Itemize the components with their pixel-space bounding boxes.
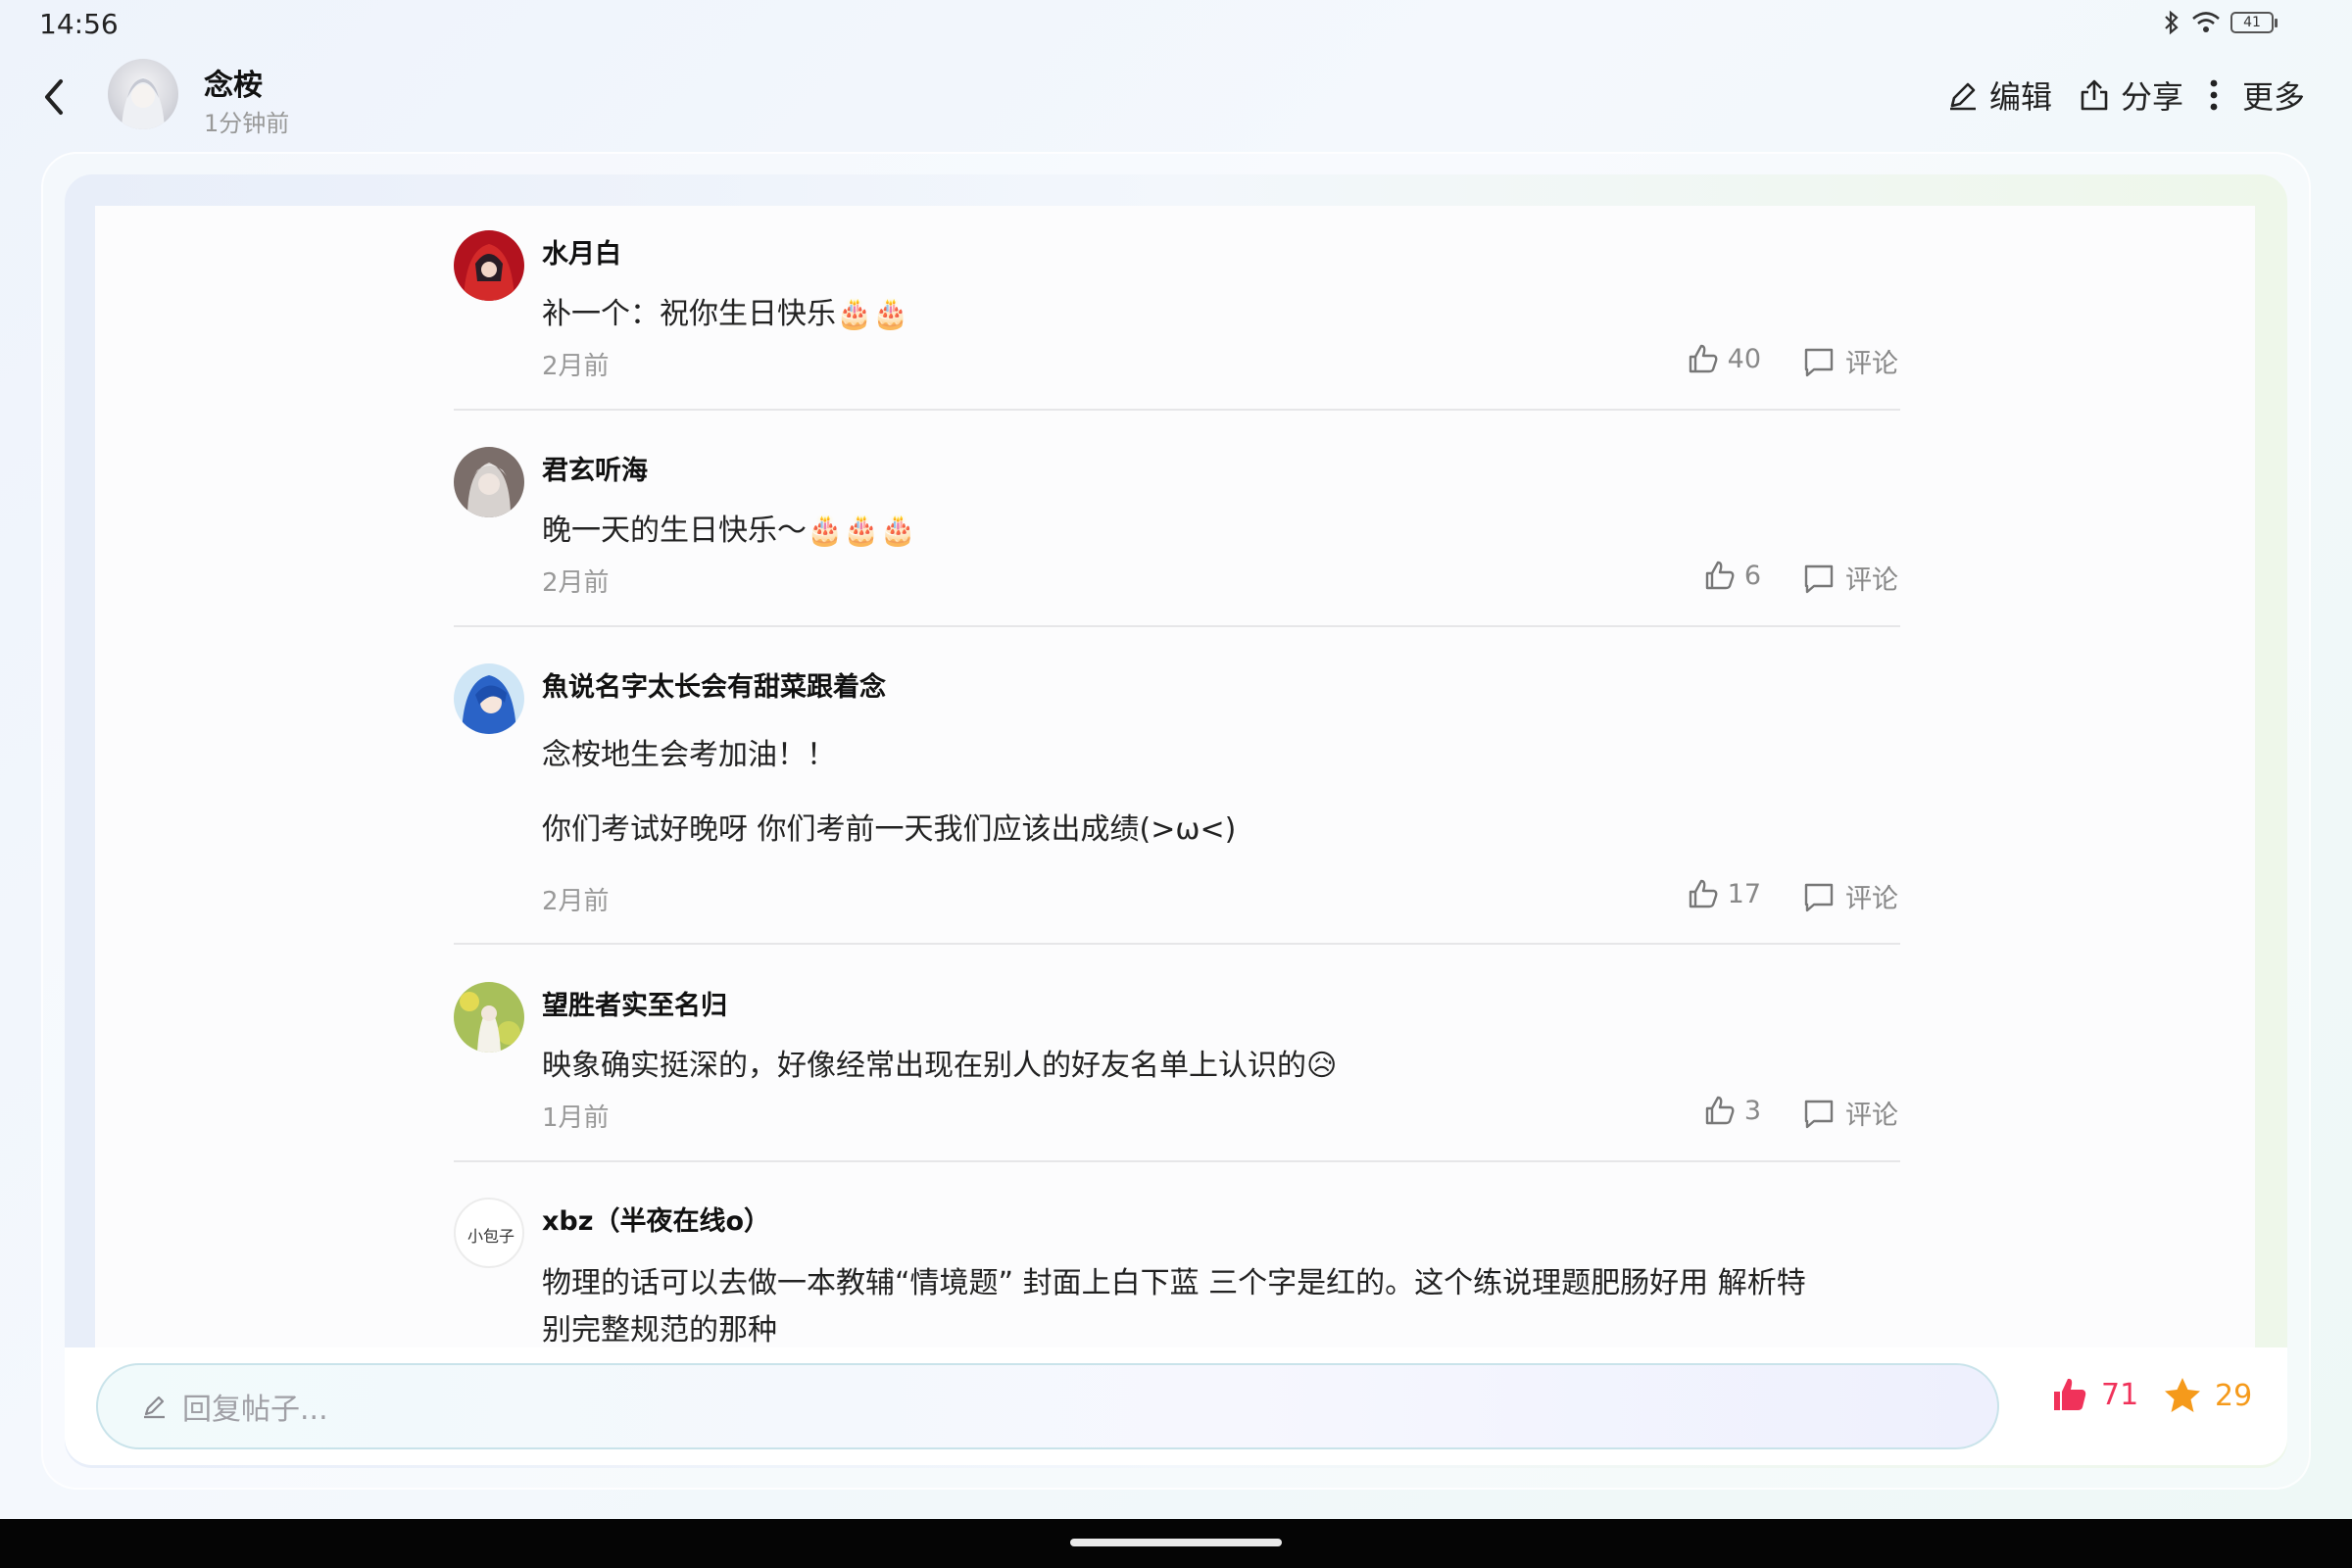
post-time: 1分钟前	[204, 110, 290, 137]
commenter-avatar[interactable]: 小包子	[454, 1198, 524, 1268]
more-label: 更多	[2241, 78, 2305, 116]
thumb-up-icon	[1689, 344, 1718, 373]
wifi-icon	[2192, 12, 2220, 32]
comment-divider	[454, 409, 1900, 411]
avatar-text: 小包子	[467, 1227, 514, 1246]
status-time: 14:56	[39, 8, 119, 40]
comment-like-count: 17	[1727, 878, 1761, 909]
comment-reply-label: 评论	[1845, 349, 1898, 379]
comment-like-button[interactable]: 6	[1703, 559, 1761, 592]
comment-like-button[interactable]: 17	[1687, 877, 1761, 910]
reply-input[interactable]: 回复帖子...	[96, 1363, 1999, 1449]
edit-icon	[1949, 82, 1976, 111]
comment-reply-label: 评论	[1845, 884, 1898, 914]
comment-item: 小包子 xbz（半夜在线o） 物理的话可以去做一本教辅“情境题” 封面上白下蓝 …	[454, 1198, 1900, 1348]
comment-text-line2: 别完整规范的那种	[542, 1313, 777, 1348]
comment-reply-label: 评论	[1845, 565, 1898, 596]
commenter-name[interactable]: 君玄听海	[542, 449, 648, 487]
comment-divider	[454, 1160, 1900, 1162]
edit-label: 编辑	[1988, 78, 2052, 116]
comment-icon	[1804, 564, 1834, 593]
edit-button[interactable]: 编辑	[1946, 73, 2052, 118]
commenter-name[interactable]: 魚说名字太长会有甜菜跟着念	[542, 665, 886, 704]
commenter-avatar[interactable]	[454, 982, 524, 1053]
thumb-up-icon	[1705, 561, 1735, 590]
comment-divider	[454, 625, 1900, 627]
post-favorite-count: 29	[2215, 1378, 2253, 1413]
battery-level: 41	[2243, 15, 2261, 30]
comment-icon	[1804, 1100, 1834, 1128]
reply-bar: 回复帖子... 71 29	[65, 1348, 2287, 1465]
commenter-name[interactable]: 水月白	[542, 232, 621, 270]
avatar-illustration: 小包子	[467, 1227, 514, 1246]
comment-item: 君玄听海 晚一天的生日快乐～🎂🎂🎂 2月前 6 评论	[454, 447, 1900, 623]
comment-text: 映象确实挺深的，好像经常出现在别人的好友名单上认识的😥	[542, 1049, 1338, 1083]
reply-placeholder: 回复帖子...	[182, 1393, 328, 1427]
comment-item: 魚说名字太长会有甜菜跟着念 念桉地生会考加油！！ 你们考试好晚呀 你们考前一天我…	[454, 663, 1900, 918]
avatar-illustration	[454, 663, 524, 734]
commenter-avatar[interactable]	[454, 230, 524, 301]
author-name[interactable]: 念桉	[204, 61, 263, 104]
header-actions: 编辑 分享 更多	[1946, 73, 2305, 118]
comment-reply-label: 评论	[1845, 1101, 1898, 1131]
commenter-name[interactable]: 望胜者实至名归	[542, 984, 727, 1022]
post-favorite-button[interactable]: 29	[2162, 1375, 2252, 1416]
star-icon	[2165, 1378, 2200, 1412]
avatar-illustration	[454, 447, 524, 517]
comment-like-count: 3	[1743, 1095, 1761, 1126]
post-like-button[interactable]: 71	[2050, 1375, 2138, 1414]
comment-time: 2月前	[542, 568, 610, 598]
comment-item: 望胜者实至名归 映象确实挺深的，好像经常出现在别人的好友名单上认识的😥 1月前 …	[454, 982, 1900, 1158]
more-dots-icon	[2210, 79, 2218, 111]
share-label: 分享	[2120, 78, 2183, 116]
comment-reply-button[interactable]: 评论	[1802, 559, 1898, 597]
battery-icon: 41	[2230, 12, 2278, 33]
thumb-up-icon	[2054, 1378, 2086, 1410]
comment-icon	[1804, 348, 1834, 376]
comment-icon	[1804, 883, 1834, 911]
comment-time: 1月前	[542, 1103, 610, 1133]
author-avatar[interactable]	[108, 59, 178, 129]
share-icon	[2081, 79, 2108, 111]
comment-reply-button[interactable]: 评论	[1802, 877, 1898, 915]
thumb-up-icon	[1705, 1096, 1735, 1125]
comment-text: 念桉地生会考加油！！	[542, 738, 836, 772]
comment-item: 水月白 补一个：祝你生日快乐🎂🎂 2月前 40 评论	[454, 230, 1900, 407]
avatar-illustration	[454, 982, 524, 1053]
status-icons: 41	[2162, 10, 2278, 35]
thumb-up-icon	[1689, 879, 1718, 908]
post-header: 念桉 1分钟前 编辑 分享 更多	[0, 49, 2352, 147]
pencil-icon	[144, 1396, 165, 1419]
home-indicator[interactable]	[1070, 1539, 1282, 1546]
system-nav-bar	[0, 1519, 2352, 1568]
comment-divider	[454, 943, 1900, 945]
comment-reply-button[interactable]: 评论	[1802, 1094, 1898, 1132]
comment-like-count: 6	[1743, 560, 1761, 591]
more-button[interactable]: 更多	[2209, 73, 2305, 118]
commenter-avatar[interactable]	[454, 663, 524, 734]
comment-text: 晚一天的生日快乐～🎂🎂🎂	[542, 514, 917, 548]
share-button[interactable]: 分享	[2078, 73, 2183, 118]
comment-text: 物理的话可以去做一本教辅“情境题” 封面上白下蓝 三个字是红的。这个练说理题肥肠…	[542, 1266, 1806, 1300]
avatar-illustration	[454, 230, 524, 301]
comment-like-button[interactable]: 40	[1687, 342, 1761, 375]
post-like-count: 71	[2101, 1377, 2139, 1412]
back-button[interactable]	[29, 73, 78, 122]
comment-list[interactable]: 水月白 补一个：祝你生日快乐🎂🎂 2月前 40 评论 君玄听海 晚一天的生日快乐…	[95, 206, 2255, 1348]
commenter-name[interactable]: xbz（半夜在线o）	[542, 1200, 770, 1238]
comment-like-count: 40	[1727, 343, 1761, 374]
comment-time: 2月前	[542, 887, 610, 916]
comment-reply-button[interactable]: 评论	[1802, 342, 1898, 380]
comment-time: 2月前	[542, 352, 610, 381]
bluetooth-icon	[2165, 10, 2179, 35]
status-bar: 14:56 41	[0, 0, 2352, 49]
comment-like-button[interactable]: 3	[1703, 1094, 1761, 1127]
back-arrow-icon	[45, 79, 63, 115]
commenter-avatar[interactable]	[454, 447, 524, 517]
avatar-illustration	[122, 76, 165, 129]
comment-text-line2: 你们考试好晚呀 你们考前一天我们应该出成绩(>ω<)	[542, 812, 1237, 847]
comment-text: 补一个：祝你生日快乐🎂🎂	[542, 297, 909, 331]
